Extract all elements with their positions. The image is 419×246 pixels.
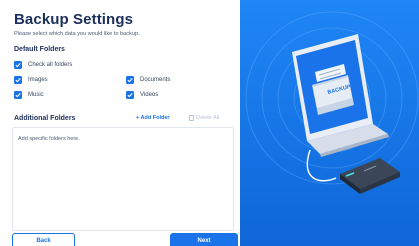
music-checkbox[interactable] [14,91,22,99]
back-button[interactable]: Back [12,233,75,246]
next-button[interactable]: Next [170,233,238,246]
trash-icon [189,115,194,121]
additional-folders-heading: Additional Folders [14,115,76,122]
videos-checkbox[interactable] [126,91,134,99]
folder-option-music[interactable]: Music [14,91,44,99]
checkmark-icon [127,78,133,83]
page-subtitle: Please select which data you would like … [14,31,140,37]
checkmark-icon [15,93,21,98]
page-title: Backup Settings [14,11,134,28]
default-folders-heading: Default Folders [14,46,65,53]
checkmark-icon [15,78,21,83]
folder-option-documents[interactable]: Documents [126,76,170,84]
music-label: Music [28,92,44,98]
settings-panel: Backup Settings Please select which data… [0,0,240,246]
folder-option-videos[interactable]: Videos [126,91,158,99]
documents-checkbox[interactable] [126,76,134,84]
folder-option-images[interactable]: Images [14,76,48,84]
checkmark-icon [15,63,21,68]
add-folder-button[interactable]: + Add Folder [136,115,170,121]
check-all-checkbox[interactable] [14,61,22,69]
additional-folders-list[interactable]: Add specific folders here. [12,127,234,231]
illustration-panel: BACKUP [240,0,419,246]
delete-all-button[interactable]: Delete All [189,115,219,121]
images-label: Images [28,77,48,83]
check-all-label: Check all folders [28,62,73,68]
images-checkbox[interactable] [14,76,22,84]
checkmark-icon [127,93,133,98]
documents-label: Documents [140,77,171,83]
delete-all-label: Delete All [196,115,220,121]
check-all-checkbox-row[interactable]: Check all folders [14,61,72,69]
backup-laptop-illustration: BACKUP [240,0,419,246]
videos-label: Videos [140,92,159,98]
folder-list-placeholder: Add specific folders here. [18,136,80,142]
